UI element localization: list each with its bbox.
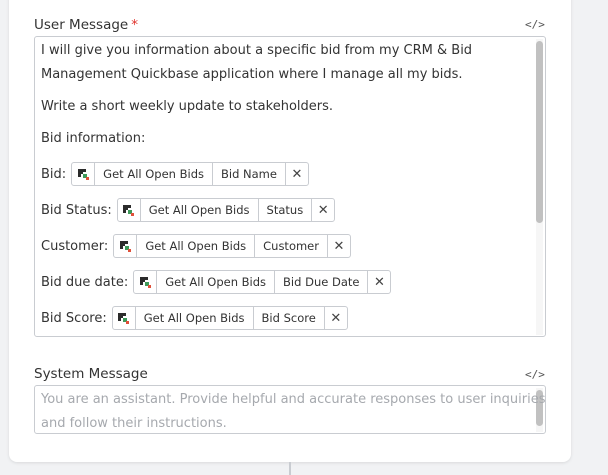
user-message-scroll-thumb[interactable] xyxy=(536,41,543,223)
chip-field: Bid Name xyxy=(213,163,286,185)
remove-chip-icon[interactable]: ✕ xyxy=(328,235,350,257)
system-message-label: System Message xyxy=(34,366,148,382)
user-message-scrollbar[interactable] xyxy=(536,39,543,335)
field-row-bid: Bid: Get All Open Bids Bid Name ✕ xyxy=(41,162,309,186)
field-reference-chip[interactable]: Get All Open Bids Status ✕ xyxy=(116,198,336,222)
field-row-bid-due-date: Bid due date: Get All Open Bids Bid Due … xyxy=(41,270,392,294)
chip-field: Status xyxy=(259,199,313,221)
message-line: I will give you information about a spec… xyxy=(41,43,473,58)
chip-source: Get All Open Bids xyxy=(95,163,213,185)
chip-field: Bid Due Date xyxy=(275,271,369,293)
message-line: Write a short weekly update to stakehold… xyxy=(41,99,334,114)
chip-source: Get All Open Bids xyxy=(137,235,256,257)
field-row-bid-status: Bid Status: Get All Open Bids Status ✕ xyxy=(41,198,336,222)
field-row-bid-score: Bid Score: Get All Open Bids Bid Score ✕ xyxy=(41,306,348,330)
field-reference-chip[interactable]: Get All Open Bids Bid Due Date ✕ xyxy=(133,270,392,294)
quickbase-logo-icon xyxy=(118,199,141,221)
chip-source: Get All Open Bids xyxy=(136,307,254,329)
message-line: Bid information: xyxy=(41,131,146,146)
field-reference-chip[interactable]: Get All Open Bids Bid Name ✕ xyxy=(71,162,309,186)
required-mark: * xyxy=(131,17,138,33)
chip-field: Customer xyxy=(255,235,328,257)
user-message-editor[interactable]: I will give you information about a spec… xyxy=(34,36,546,337)
remove-chip-icon[interactable]: ✕ xyxy=(325,307,347,329)
field-row-label: Bid: xyxy=(41,166,67,182)
message-line: Management Quickbase application where I… xyxy=(41,67,463,82)
field-row-label: Bid due date: xyxy=(41,274,129,290)
user-message-label-text: User Message xyxy=(34,17,129,33)
chip-field: Bid Score xyxy=(254,307,325,329)
field-row-label: Bid Status: xyxy=(41,202,112,218)
system-message-placeholder: and follow their instructions. xyxy=(41,416,227,431)
remove-chip-icon[interactable]: ✕ xyxy=(368,271,390,293)
quickbase-logo-icon xyxy=(134,271,158,293)
remove-chip-icon[interactable]: ✕ xyxy=(286,163,308,185)
system-message-placeholder: You are an assistant. Provide helpful an… xyxy=(41,392,546,407)
chip-source: Get All Open Bids xyxy=(141,199,259,221)
field-row-label: Customer: xyxy=(41,238,109,254)
system-message-editor[interactable]: You are an assistant. Provide helpful an… xyxy=(34,385,546,434)
field-row-customer: Customer: Get All Open Bids Customer ✕ xyxy=(41,234,351,258)
code-view-toggle-icon[interactable]: </> xyxy=(525,18,545,32)
quickbase-logo-icon xyxy=(72,163,96,185)
user-message-label: User Message * xyxy=(34,17,138,33)
remove-chip-icon[interactable]: ✕ xyxy=(312,199,334,221)
field-reference-chip[interactable]: Get All Open Bids Bid Score ✕ xyxy=(111,306,348,330)
flow-connector xyxy=(289,462,291,475)
code-view-toggle-icon[interactable]: </> xyxy=(525,368,545,382)
quickbase-logo-icon xyxy=(113,307,136,329)
field-reference-chip[interactable]: Get All Open Bids Customer ✕ xyxy=(113,234,351,258)
chip-source: Get All Open Bids xyxy=(157,271,276,293)
field-row-label: Bid Score: xyxy=(41,310,107,326)
quickbase-logo-icon xyxy=(114,235,138,257)
